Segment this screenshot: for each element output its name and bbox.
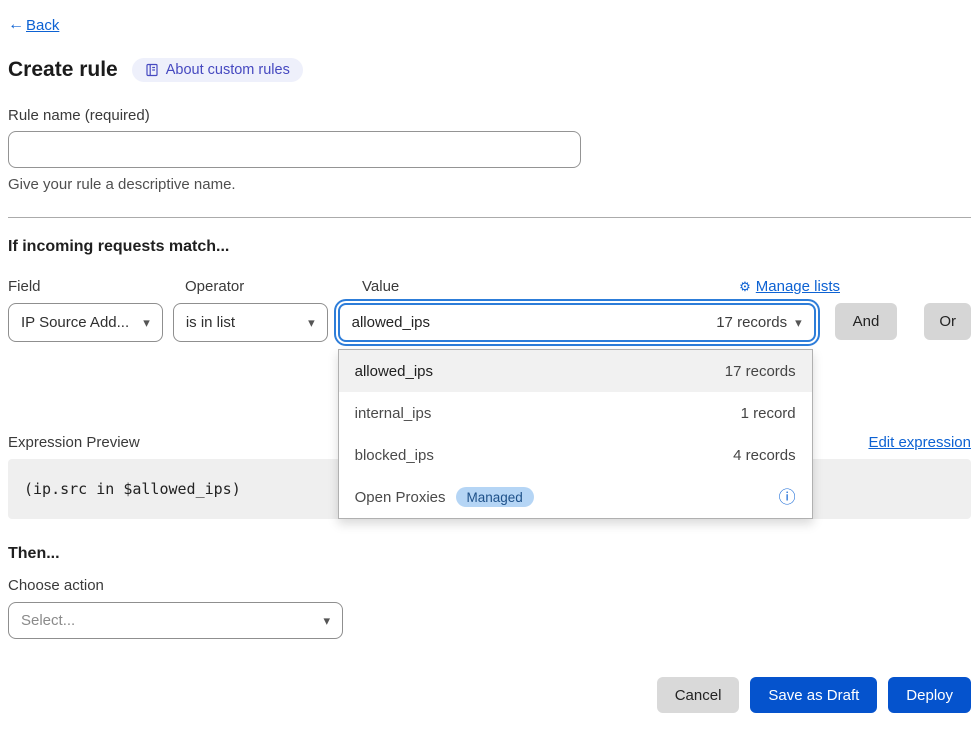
back-row: ← Back [8,16,971,34]
rule-name-helper: Give your rule a descriptive name. [8,176,971,193]
edit-expression-link[interactable]: Edit expression [868,434,971,451]
create-rule-page: ← Back Create rule About custom rules Ru… [0,16,979,713]
operator-select-value: is in list [186,314,235,331]
field-select-value: IP Source Add... [21,314,129,331]
list-option-records: 17 records [725,363,796,380]
save-as-draft-button[interactable]: Save as Draft [750,677,877,713]
action-select[interactable]: Select... ▾ [8,602,343,639]
expression-preview-label: Expression Preview [8,434,140,451]
value-select[interactable]: allowed_ips 17 records ▾ [338,303,816,342]
list-option-name: allowed_ips [355,363,433,380]
list-option-name: internal_ips [355,405,432,422]
match-condition-row: IP Source Add... ▾ is in list ▾ allowed_… [8,303,971,342]
deploy-button[interactable]: Deploy [888,677,971,713]
book-icon [145,63,159,77]
value-label: Value [362,278,399,295]
about-custom-rules-link[interactable]: About custom rules [132,58,303,82]
chevron-down-icon: ▾ [308,315,315,331]
choose-action-label: Choose action [8,577,971,594]
match-section-heading: If incoming requests match... [8,238,971,256]
chevron-down-icon: ▾ [795,315,802,331]
operator-select[interactable]: is in list ▾ [173,303,328,342]
expression-code: (ip.src in $allowed_ips) [24,480,241,498]
operator-label: Operator [185,278,352,295]
action-select-placeholder: Select... [21,612,75,629]
list-option-name: blocked_ips [355,447,434,464]
back-arrow-icon: ← [8,16,24,34]
value-select-records: 17 records [716,314,787,331]
back-link-label: Back [26,17,59,34]
list-option-open-proxies[interactable]: Open Proxies Managed ⓘ [339,476,812,518]
back-link[interactable]: ← Back [8,16,59,34]
section-divider [8,217,971,218]
list-option-records: 4 records [733,447,796,464]
manage-lists-label: Manage lists [756,278,840,295]
list-option-blocked-ips[interactable]: blocked_ips 4 records [339,434,812,476]
list-option-records: 1 record [741,405,796,422]
page-title: Create rule [8,58,118,82]
or-button[interactable]: Or [924,303,971,340]
list-option-internal-ips[interactable]: internal_ips 1 record [339,392,812,434]
chevron-down-icon: ▾ [143,315,150,331]
value-select-value: allowed_ips [352,314,430,331]
chevron-down-icon: ▾ [323,613,330,629]
and-button[interactable]: And [835,303,898,340]
field-select[interactable]: IP Source Add... ▾ [8,303,163,342]
title-row: Create rule About custom rules [8,58,971,82]
gear-icon: ⚙ [739,279,751,295]
field-label: Field [8,278,175,295]
then-section-heading: Then... [8,545,971,563]
info-icon[interactable]: ⓘ [779,489,796,506]
list-dropdown-panel: allowed_ips 17 records internal_ips 1 re… [338,349,813,519]
rule-name-input[interactable] [8,131,581,168]
managed-badge: Managed [456,487,534,507]
value-combobox-wrap: allowed_ips 17 records ▾ allowed_ips 17 … [338,303,816,342]
cancel-button[interactable]: Cancel [657,677,740,713]
list-option-name: Open Proxies [355,489,446,506]
rule-name-label: Rule name (required) [8,107,971,124]
manage-lists-link[interactable]: ⚙ Manage lists [739,278,840,295]
about-link-label: About custom rules [166,62,290,78]
footer-actions: Cancel Save as Draft Deploy [8,677,971,713]
list-option-allowed-ips[interactable]: allowed_ips 17 records [339,350,812,392]
match-column-labels: Field Operator Value ⚙ Manage lists [8,278,971,295]
